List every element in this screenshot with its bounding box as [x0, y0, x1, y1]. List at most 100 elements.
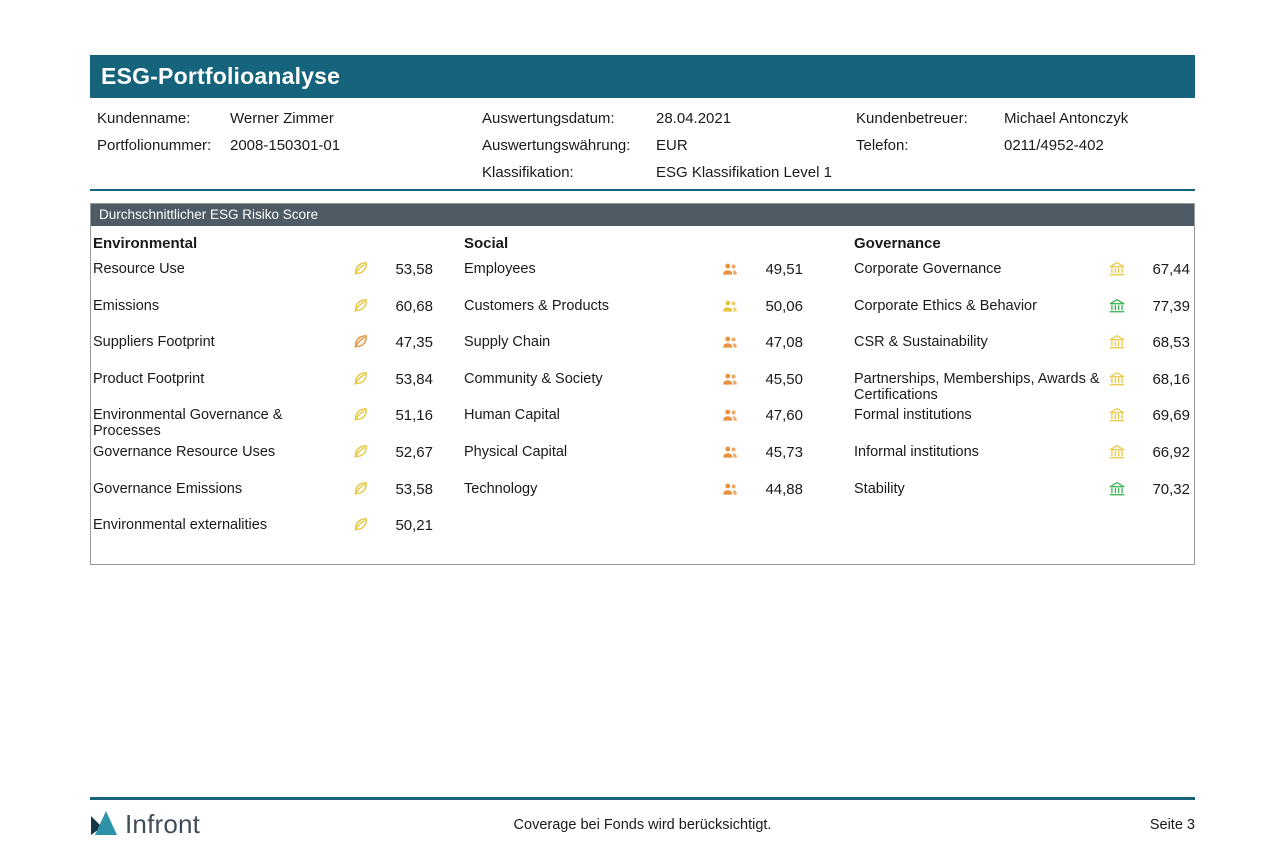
score-row-label: Stability — [854, 477, 1100, 497]
report-title-banner: ESG-Portfolioanalyse — [90, 55, 1195, 98]
score-row-label: Community & Society — [464, 367, 713, 387]
score-row-label: Employees — [464, 257, 713, 277]
field-value: Werner Zimmer — [230, 105, 482, 132]
score-row: Governance Emissions53,58 — [93, 477, 433, 514]
score-row-label: Partnerships, Memberships, Awards & Cert… — [854, 367, 1100, 403]
info-field: Kundenbetreuer: Michael Antonczyk — [856, 105, 1195, 132]
page-number: Seite 3 — [771, 817, 1195, 833]
score-value: 52,67 — [377, 440, 433, 461]
field-value: Michael Antonczyk — [1004, 105, 1195, 132]
footer-note: Coverage bei Fonds wird berücksichtigt. — [514, 817, 772, 833]
score-value: 51,16 — [377, 403, 433, 424]
bank-icon — [1104, 477, 1130, 498]
leaf-icon — [347, 294, 373, 314]
people-icon — [717, 257, 743, 278]
score-row: Product Footprint53,84 — [93, 367, 433, 404]
people-icon — [717, 440, 743, 461]
people-icon — [717, 294, 743, 315]
score-value: 77,39 — [1134, 294, 1190, 315]
client-info-column-2: Auswertungsdatum: 28.04.2021 Auswertungs… — [482, 105, 856, 186]
footer-left: Infront — [90, 808, 514, 841]
table-header: Durchschnittlicher ESG Risiko Score — [91, 204, 1194, 226]
score-value: 60,68 — [377, 294, 433, 315]
people-icon — [717, 403, 743, 424]
score-value: 68,53 — [1134, 330, 1190, 351]
field-value: 2008-150301-01 — [230, 132, 482, 159]
score-row: Suppliers Footprint 47,35 — [93, 330, 433, 367]
field-label: Telefon: — [856, 132, 1004, 159]
score-section-environmental: EnvironmentalResource Use 53,58 Emissions 6… — [93, 234, 464, 550]
score-row: Community & Society 45,50 — [464, 367, 803, 404]
score-row-label: Resource Use — [93, 257, 343, 277]
client-info-column-1: Kundenname: Werner Zimmer Portfolionumme… — [97, 105, 482, 186]
score-value: 53,58 — [377, 257, 433, 278]
info-field: Kundenname: Werner Zimmer — [97, 105, 482, 132]
score-value: 47,60 — [747, 403, 803, 424]
score-section-social: SocialEmployees 49,51 Customers & Products… — [464, 234, 854, 550]
divider-line — [90, 189, 1195, 191]
score-value: 45,50 — [747, 367, 803, 388]
score-row-label: Informal institutions — [854, 440, 1100, 460]
score-row-label: Environmental Governance & Processes — [93, 403, 343, 439]
infront-logo-icon — [90, 808, 118, 841]
score-row-label: Supply Chain — [464, 330, 713, 350]
score-row-label: Governance Resource Uses — [93, 440, 343, 460]
score-row-label: Suppliers Footprint — [93, 330, 343, 350]
section-title: Social — [464, 234, 803, 257]
client-info-column-3: Kundenbetreuer: Michael Antonczyk Telefo… — [856, 105, 1195, 186]
score-row: CSR & Sustainability68,53 — [854, 330, 1190, 367]
field-value: ESG Klassifikation Level 1 — [656, 159, 856, 186]
score-value: 44,88 — [747, 477, 803, 498]
client-info: Kundenname: Werner Zimmer Portfolionumme… — [90, 98, 1195, 186]
score-row-label: Corporate Governance — [854, 257, 1100, 277]
score-row: Environmental externalities50,21 — [93, 513, 433, 550]
info-field: Telefon: 0211/4952-402 — [856, 132, 1195, 159]
score-value: 67,44 — [1134, 257, 1190, 278]
score-value: 66,92 — [1134, 440, 1190, 461]
bank-icon — [1104, 294, 1130, 315]
score-row: Employees 49,51 — [464, 257, 803, 294]
field-value: 28.04.2021 — [656, 105, 856, 132]
score-value: 45,73 — [747, 440, 803, 461]
score-row: Technology 44,88 — [464, 477, 803, 514]
score-value: 53,84 — [377, 367, 433, 388]
score-row-label: Customers & Products — [464, 294, 713, 314]
footer-row: Infront Coverage bei Fonds wird berücksi… — [90, 808, 1195, 841]
score-row: Corporate Governance 67,44 — [854, 257, 1190, 294]
report-content: ESG-Portfolioanalyse Kundenname: Werner … — [90, 55, 1195, 565]
page-title: ESG-Portfolioanalyse — [90, 63, 340, 90]
leaf-icon — [347, 367, 373, 387]
esg-score-table: Durchschnittlicher ESG Risiko Score Envi… — [90, 203, 1195, 565]
score-row: Formal institutions69,69 — [854, 403, 1190, 440]
score-row: Supply Chain 47,08 — [464, 330, 803, 367]
score-value: 68,16 — [1134, 367, 1190, 388]
leaf-icon — [347, 477, 373, 497]
score-row: Physical Capital 45,73 — [464, 440, 803, 477]
infront-logo: Infront — [90, 808, 200, 841]
leaf-icon — [347, 403, 373, 423]
leaf-icon — [347, 513, 373, 533]
bank-icon — [1104, 257, 1130, 278]
score-row-label: Corporate Ethics & Behavior — [854, 294, 1100, 314]
info-field: Auswertungswährung: EUR — [482, 132, 856, 159]
score-row-label: Physical Capital — [464, 440, 713, 460]
section-title: Environmental — [93, 234, 433, 257]
field-label: Klassifikation: — [482, 159, 656, 186]
people-icon — [717, 367, 743, 388]
table-body: EnvironmentalResource Use 53,58 Emissions 6… — [91, 226, 1194, 564]
score-value: 69,69 — [1134, 403, 1190, 424]
score-value: 47,08 — [747, 330, 803, 351]
score-row: Corporate Ethics & Behavior 77,39 — [854, 294, 1190, 331]
leaf-icon — [347, 330, 373, 350]
score-row-label: Emissions — [93, 294, 343, 314]
score-row-label: Technology — [464, 477, 713, 497]
info-field: Portfolionummer: 2008-150301-01 — [97, 132, 482, 159]
score-value: 47,35 — [377, 330, 433, 351]
field-label: Portfolionummer: — [97, 132, 230, 159]
field-label: Auswertungswährung: — [482, 132, 656, 159]
score-value: 50,06 — [747, 294, 803, 315]
leaf-icon — [347, 440, 373, 460]
score-row: Governance Resource Uses 52,67 — [93, 440, 433, 477]
infront-logo-text: Infront — [125, 809, 200, 840]
score-value: 49,51 — [747, 257, 803, 278]
